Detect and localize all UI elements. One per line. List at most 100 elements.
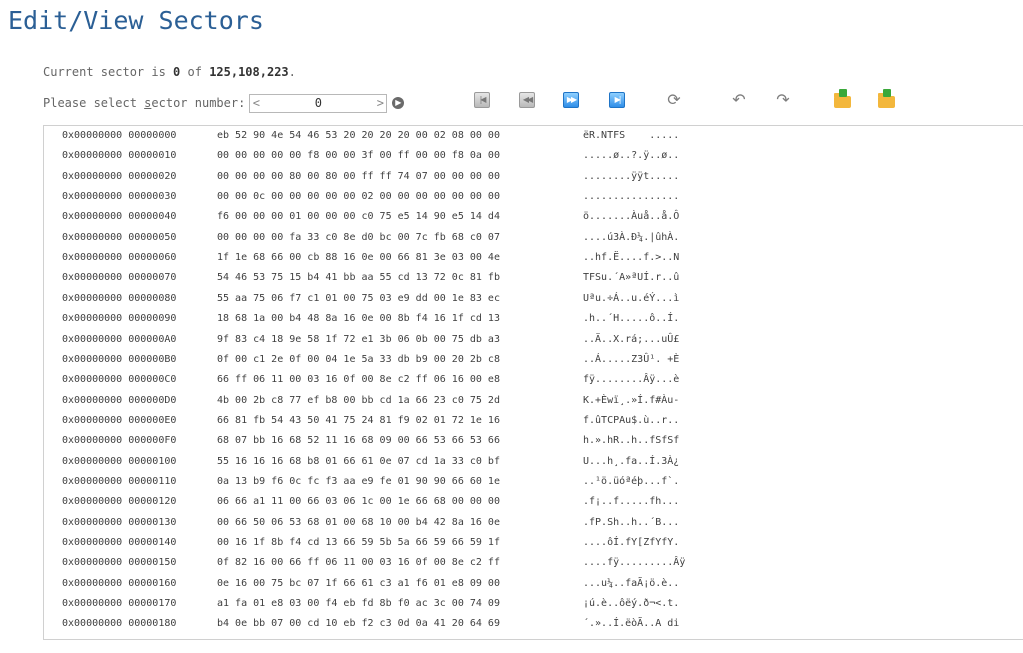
hex-address: 0x00000000 00000180 xyxy=(62,618,177,630)
hex-ascii: .h..´H.....ô..Í. xyxy=(583,313,680,325)
sector-number-input[interactable] xyxy=(262,96,375,110)
hex-ascii: .f¡..f.....fh... xyxy=(583,496,680,508)
hex-ascii: ....ôÍ.fY[ZfYfY. xyxy=(583,537,680,548)
hex-address: 0x00000000 00000090 xyxy=(62,313,177,325)
hex-bytes: f6 00 00 00 01 00 00 00 c0 75 e5 14 90 e… xyxy=(217,211,500,223)
hex-ascii: ëR.NTFS ..... xyxy=(583,130,680,141)
hex-bytes: 18 68 1a 00 b4 48 8a 16 0e 00 8b f4 16 1… xyxy=(217,313,500,325)
hex-ascii: h.».hR..h..fSfSf xyxy=(583,435,680,447)
hex-bytes: 66 81 fb 54 43 50 41 75 24 81 f9 02 01 7… xyxy=(217,414,500,426)
hex-address: 0x00000000 00000060 xyxy=(62,252,177,264)
increment-sector-button[interactable]: > xyxy=(374,96,386,110)
folder-up-icon xyxy=(878,89,895,108)
hex-ascii: ö.......Àuå..å.Ô xyxy=(583,211,680,223)
status-prefix: Current sector is xyxy=(43,65,174,79)
hex-bytes: 9f 83 c4 18 9e 58 1f 72 e1 3b 06 0b 00 7… xyxy=(217,333,500,345)
hex-ascii: ´.»..Í.ëòÃ..A di xyxy=(583,618,680,630)
hex-address: 0x00000000 00000160 xyxy=(62,577,177,589)
hex-bytes: 00 00 0c 00 00 00 00 00 02 00 00 00 00 0… xyxy=(217,191,500,203)
hex-bytes: a1 fa 01 e8 03 00 f4 eb fd 8b f0 ac 3c 0… xyxy=(217,598,500,610)
hex-ascii: .....ø..?.ÿ..ø.. xyxy=(583,150,680,162)
hex-bytes: 4b 00 2b c8 77 ef b8 00 bb cd 1a 66 23 c… xyxy=(217,394,500,406)
hex-ascii: ..hf.Ë....f.>..N xyxy=(583,252,680,264)
previous-sector-icon: ◀◀ xyxy=(522,95,533,104)
sector-selector: Please select sector number: < > ▶ xyxy=(43,91,405,115)
hex-address: 0x00000000 00000040 xyxy=(62,211,177,223)
hex-address: 0x00000000 00000000 xyxy=(62,130,177,141)
hex-ascii: TFSu.´A»ªUÍ.r..û xyxy=(583,272,680,284)
hex-bytes: 00 00 00 00 00 f8 00 00 3f 00 ff 00 00 f… xyxy=(217,150,500,162)
hex-bytes: 55 16 16 16 68 b8 01 66 61 0e 07 cd 1a 3… xyxy=(217,455,500,467)
hex-address: 0x00000000 00000080 xyxy=(62,292,177,304)
page-title: Edit/View Sectors xyxy=(8,6,264,35)
hex-ascii: .fP.Sh..h..´B... xyxy=(583,516,680,528)
status-middle: of xyxy=(180,65,210,79)
hex-address: 0x00000000 000000F0 xyxy=(62,435,177,447)
hex-address: 0x00000000 000000E0 xyxy=(62,414,177,426)
first-sector-icon: |◀ xyxy=(479,95,487,104)
hex-bytes: 68 07 bb 16 68 52 11 16 68 09 00 66 53 6… xyxy=(217,435,500,447)
hex-address: 0x00000000 00000130 xyxy=(62,516,177,528)
last-sector-button[interactable]: ▶| xyxy=(609,92,625,108)
hex-address: 0x00000000 00000050 xyxy=(62,231,177,243)
hex-address: 0x00000000 00000070 xyxy=(62,272,177,284)
hex-address: 0x00000000 00000020 xyxy=(62,170,177,182)
hex-address: 0x00000000 000000D0 xyxy=(62,394,177,406)
hex-bytes: 06 66 a1 11 00 66 03 06 1c 00 1e 66 68 0… xyxy=(217,496,500,508)
last-sector-icon: ▶| xyxy=(614,95,622,104)
go-arrow-icon: ▶ xyxy=(395,98,402,107)
previous-sector-button[interactable]: ◀◀ xyxy=(519,92,535,108)
next-sector-button[interactable]: ▶▶ xyxy=(563,92,579,108)
hex-address: 0x00000000 000000A0 xyxy=(62,333,177,345)
hex-address: 0x00000000 00000030 xyxy=(62,191,177,203)
undo-icon: ↶ xyxy=(732,90,746,109)
hex-bytes: 00 00 00 00 fa 33 c0 8e d0 bc 00 7c fb 6… xyxy=(217,231,500,243)
total-sectors-value: 125,108,223 xyxy=(209,65,289,79)
first-sector-button[interactable]: |◀ xyxy=(474,92,490,108)
refresh-button[interactable]: ⟳ xyxy=(666,92,682,108)
hex-address: 0x00000000 00000100 xyxy=(62,455,177,467)
hex-ascii: f.ûTCPAu$.ù..r.. xyxy=(583,414,680,426)
redo-icon: ↷ xyxy=(776,90,790,109)
hex-ascii: ...u¼..faÃ¡ö.è.. xyxy=(583,577,680,589)
hex-bytes: 00 16 1f 8b f4 cd 13 66 59 5b 5a 66 59 6… xyxy=(217,537,500,548)
sector-number-label: Please select sector number: xyxy=(43,96,245,110)
hex-ascii: ....ú3À.Ð¼.|ûhÀ. xyxy=(583,231,680,243)
hex-ascii: ........ÿÿt..... xyxy=(583,170,680,182)
hex-bytes: eb 52 90 4e 54 46 53 20 20 20 20 00 02 0… xyxy=(217,130,500,141)
hex-address: 0x00000000 00000170 xyxy=(62,598,177,610)
hex-bytes: 00 00 00 00 80 00 80 00 ff ff 74 07 00 0… xyxy=(217,170,500,182)
save-sector-button[interactable] xyxy=(878,89,896,108)
hex-ascii: U...h¸.fa..Í.3À¿ xyxy=(583,455,680,467)
hex-ascii: ..¹ö.üóªéþ...f`. xyxy=(583,475,680,487)
status-suffix: . xyxy=(288,65,296,79)
go-button[interactable]: ▶ xyxy=(392,97,405,109)
undo-button[interactable]: ↶ xyxy=(731,92,747,108)
sector-number-field: < > xyxy=(249,93,388,113)
hex-bytes: 55 aa 75 06 f7 c1 01 00 75 03 e9 dd 00 1… xyxy=(217,292,500,304)
hex-bytes: 1f 1e 68 66 00 cb 88 16 0e 00 66 81 3e 0… xyxy=(217,252,500,264)
hex-ascii: ....fÿ.........Âÿ xyxy=(583,557,686,569)
hex-bytes: 0e 16 00 75 bc 07 1f 66 61 c3 a1 f6 01 e… xyxy=(217,577,500,589)
hex-ascii: K.+Èwï¸.»Í.f#Àu- xyxy=(583,394,680,406)
folder-down-icon xyxy=(834,89,851,108)
current-sector-status: Current sector is 0 of 125,108,223. xyxy=(43,65,296,79)
hex-address: 0x00000000 000000B0 xyxy=(62,353,177,365)
load-sector-button[interactable] xyxy=(834,89,852,108)
label-part-2: ector number: xyxy=(151,96,246,110)
hex-address: 0x00000000 00000110 xyxy=(62,475,177,487)
hex-ascii: ................ xyxy=(583,191,680,203)
hex-ascii: fÿ........Âÿ...è xyxy=(583,374,680,386)
hex-address: 0x00000000 00000150 xyxy=(62,557,177,569)
redo-button[interactable]: ↷ xyxy=(775,92,791,108)
hex-address: 0x00000000 00000120 xyxy=(62,496,177,508)
hex-bytes: 66 ff 06 11 00 03 16 0f 00 8e c2 ff 06 1… xyxy=(217,374,500,386)
hex-viewer[interactable]: 0x00000000 00000000 eb 52 90 4e 54 46 53 … xyxy=(43,125,1023,640)
hex-bytes: 00 66 50 06 53 68 01 00 68 10 00 b4 42 8… xyxy=(217,516,500,528)
hex-ascii: Uªu.÷Á..u.éÝ...ì xyxy=(583,292,680,304)
decrement-sector-button[interactable]: < xyxy=(250,96,262,110)
label-part-1: Please select xyxy=(43,96,145,110)
refresh-icon: ⟳ xyxy=(667,90,681,109)
hex-bytes: 0f 82 16 00 66 ff 06 11 00 03 16 0f 00 8… xyxy=(217,557,500,569)
hex-address: 0x00000000 000000C0 xyxy=(62,374,177,386)
